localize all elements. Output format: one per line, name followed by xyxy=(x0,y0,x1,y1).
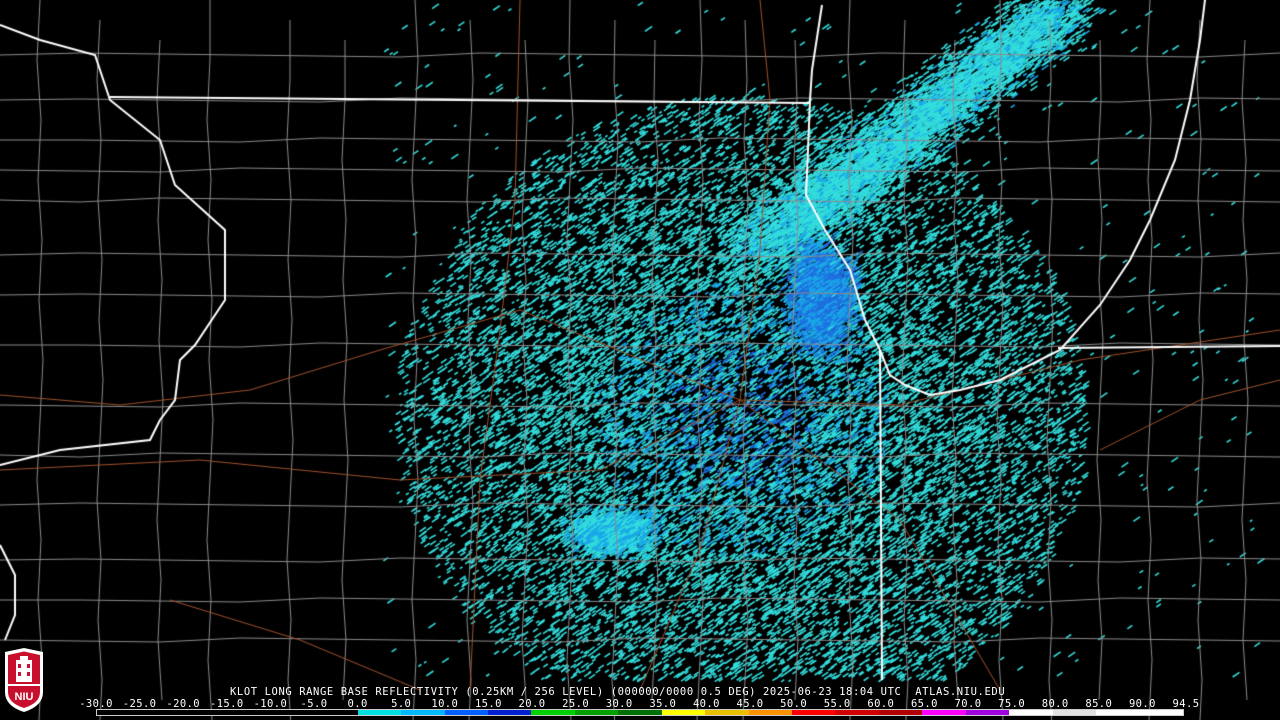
niu-logo-icon: NIU xyxy=(5,648,43,712)
colorbar-segment xyxy=(487,710,532,715)
colorbar-segment xyxy=(314,710,358,715)
product-caption: KLOT LONG RANGE BASE REFLECTIVITY (0.25K… xyxy=(230,686,1005,698)
colorbar-segment xyxy=(618,710,662,715)
niu-logo: NIU xyxy=(3,648,45,712)
source-site: ATLAS.NIU.EDU xyxy=(915,686,1006,698)
colorbar-segment xyxy=(531,710,575,715)
colorbar-segment xyxy=(183,710,228,715)
colorbar-segment xyxy=(357,710,402,715)
scan-timestamp: 2025-06-23 18:04 UTC xyxy=(762,686,902,698)
colorbar-segment xyxy=(140,710,184,715)
product-name: LONG RANGE BASE REFLECTIVITY xyxy=(264,686,459,698)
product-resolution: (0.25KM / 256 LEVEL) xyxy=(465,686,604,698)
colorbar-segment xyxy=(705,710,749,715)
colorbar-segment xyxy=(661,710,706,715)
colorbar-segment xyxy=(922,710,966,715)
colorbar-segment xyxy=(1096,710,1140,715)
colorbar-segment xyxy=(1052,710,1097,715)
elevation-angle: 0.5 DEG) xyxy=(700,686,757,698)
volume-id: (000000/0000 xyxy=(610,686,694,698)
colorbar-segment xyxy=(574,710,619,715)
colorbar-segment xyxy=(227,710,271,715)
colorbar-segment xyxy=(401,710,445,715)
logo-text: NIU xyxy=(15,691,34,703)
reflectivity-colorbar xyxy=(96,709,1184,716)
colorbar-segment xyxy=(878,710,923,715)
colorbar-segment xyxy=(270,710,315,715)
radar-map xyxy=(0,0,1280,720)
colorbar-segment xyxy=(792,710,836,715)
colorbar-segment xyxy=(444,710,488,715)
colorbar-segment xyxy=(835,710,879,715)
radar-site: KLOT xyxy=(230,686,258,698)
colorbar-segment xyxy=(1009,710,1053,715)
colorbar-segment xyxy=(97,710,141,715)
colorbar-segment xyxy=(965,710,1010,715)
colorbar-segment xyxy=(748,710,792,715)
colorbar-segment xyxy=(1139,710,1183,715)
